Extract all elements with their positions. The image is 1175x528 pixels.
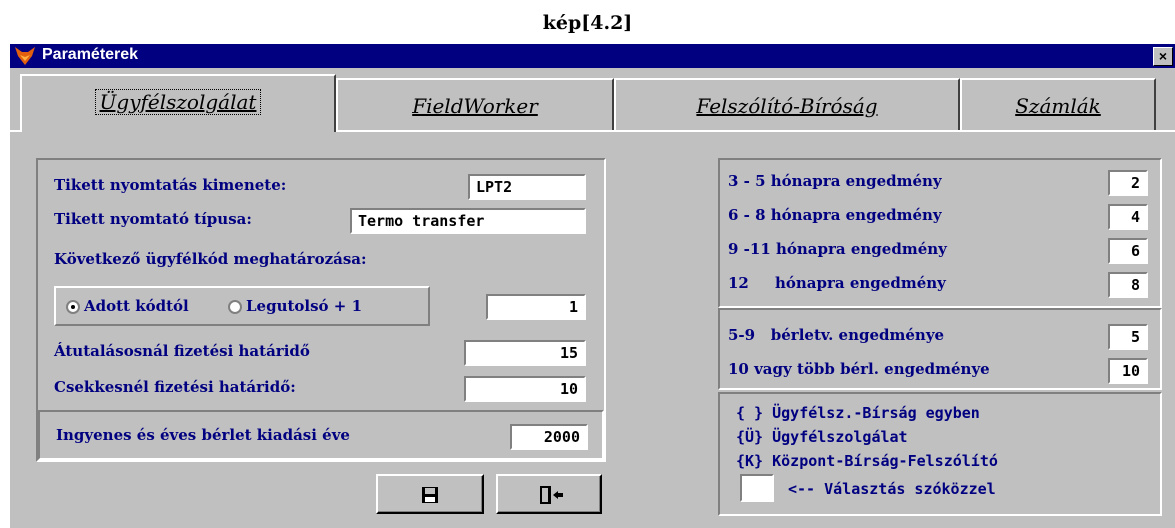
exit-button[interactable]	[496, 474, 602, 514]
floppy-disk-icon	[422, 487, 438, 503]
tab-label: Ügyfélszolgálat	[94, 89, 262, 115]
ticket-output-field[interactable]: LPT2	[468, 174, 586, 200]
free-year-label: Ingyenes és éves bérlet kiadási éve	[56, 426, 350, 444]
cheque-deadline-label: Csekkesnél fizetési határidő:	[54, 378, 296, 396]
contract-discount-panel: 5-9 bérletv. engedménye 5 10 vagy több b…	[718, 308, 1162, 390]
discount-6-8-field[interactable]: 4	[1108, 204, 1148, 230]
radio-last-plus-one[interactable]	[228, 300, 242, 314]
legend-combined: { } Ügyfélsz.-Bírság egyben	[736, 404, 980, 422]
discount-6-8-label: 6 - 8 hónapra engedmény	[728, 206, 942, 224]
close-button[interactable]: ×	[1153, 47, 1173, 66]
transfer-deadline-field[interactable]: 15	[464, 340, 586, 366]
tab-label: Számlák	[1015, 94, 1101, 118]
cheque-deadline-field[interactable]: 10	[464, 376, 586, 402]
title-bar: Paraméterek ×	[10, 44, 1175, 68]
next-code-radio-group: Adott kódtól Legutolsó + 1	[54, 286, 430, 326]
next-code-field[interactable]: 1	[486, 294, 586, 320]
legend-central: {K} Központ-Bírság-Felszólító	[736, 452, 998, 470]
discount-9-11-label: 9 -11 hónapra engedmény	[728, 240, 947, 258]
window-title: Paraméterek	[42, 46, 139, 63]
discount-9-11-field[interactable]: 6	[1108, 238, 1148, 264]
free-year-field[interactable]: 2000	[510, 424, 588, 450]
fox-app-icon	[15, 47, 35, 65]
radio-given-code-label: Adott kódtól	[84, 297, 189, 315]
free-year-section: Ingyenes és éves bérlet kiadási éve 2000	[38, 410, 604, 460]
radio-given-code[interactable]	[66, 300, 80, 314]
discount-panel: 3 - 5 hónapra engedmény 2 6 - 8 hónapra …	[718, 158, 1162, 308]
tab-fieldworker[interactable]: FieldWorker	[336, 78, 614, 130]
ticket-output-label: Tikett nyomtatás kimenete:	[54, 176, 287, 194]
customer-service-panel: Tikett nyomtatás kimenete: LPT2 Tikett n…	[36, 158, 606, 462]
tab-label: FieldWorker	[412, 94, 538, 118]
mode-select-field[interactable]	[740, 474, 774, 502]
legend-customer-service: {Ü} Ügyfélszolgálat	[736, 428, 908, 446]
parameters-window: Paraméterek × Ügyfélszolgálat FieldWorke…	[8, 42, 1175, 528]
contract-5-9-label: 5-9 bérletv. engedménye	[728, 326, 945, 344]
figure-caption: kép[4.2]	[542, 12, 633, 34]
ticket-type-field[interactable]: Termo transfer	[350, 208, 586, 234]
transfer-deadline-label: Átutalásosnál fizetési határidő	[54, 342, 310, 360]
tab-ugyfelszolgalat[interactable]: Ügyfélszolgálat	[20, 74, 336, 132]
contract-5-9-field[interactable]: 5	[1108, 324, 1148, 350]
save-button[interactable]	[376, 474, 484, 514]
discount-3-5-field[interactable]: 2	[1108, 170, 1148, 196]
next-code-label: Következő ügyfélkód meghatározása:	[54, 250, 367, 268]
ticket-type-label: Tikett nyomtató típusa:	[54, 210, 252, 228]
door-exit-icon	[540, 486, 563, 504]
discount-12-label: 12 hónapra engedmény	[728, 274, 946, 292]
tab-szamlak[interactable]: Számlák	[960, 78, 1156, 130]
discount-12-field[interactable]: 8	[1108, 272, 1148, 298]
contract-10-label: 10 vagy több bérl. engedménye	[728, 360, 990, 378]
tab-felszolito-birosag[interactable]: Felszólító-Bíróság	[614, 78, 960, 130]
choose-hint: <-- Választás szóközzel	[788, 480, 996, 498]
radio-last-plus-one-label: Legutolsó + 1	[246, 297, 363, 315]
tab-label: Felszólító-Bíróság	[696, 94, 878, 118]
radio-selected-dot	[71, 305, 75, 309]
discount-3-5-label: 3 - 5 hónapra engedmény	[728, 172, 942, 190]
mode-legend-panel: { } Ügyfélsz.-Bírság egyben {Ü} Ügyfélsz…	[718, 392, 1162, 516]
contract-10-field[interactable]: 10	[1108, 358, 1148, 384]
